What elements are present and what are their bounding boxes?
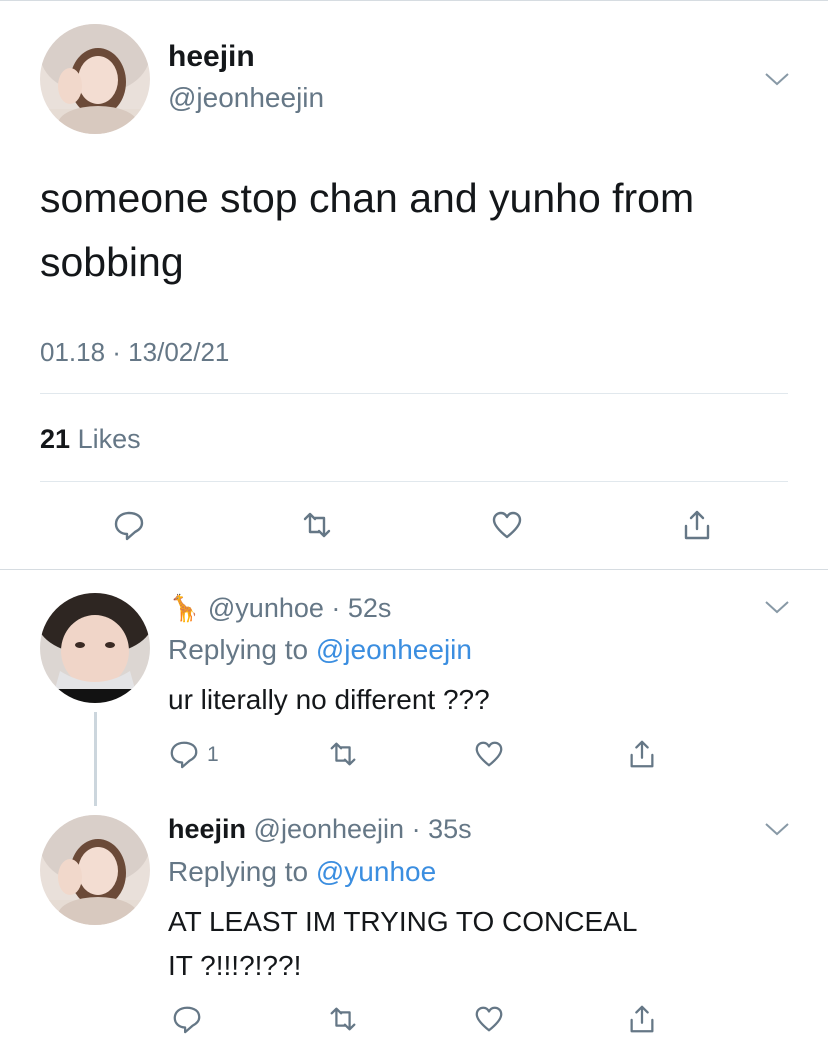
comment-icon xyxy=(173,1006,201,1034)
reply-text-line-1: AT LEAST IM TRYING TO CONCEAL xyxy=(168,906,638,937)
tweet-text-line-2: sobbing xyxy=(40,239,184,285)
like-button[interactable] xyxy=(473,738,505,770)
reply-header[interactable]: heejin @jeonheejin · 35s xyxy=(168,814,472,845)
retweet-icon xyxy=(303,512,331,538)
heart-icon xyxy=(475,1006,503,1032)
giraffe-emoji-icon: 🦒 xyxy=(168,593,201,623)
timestamp[interactable]: 01.18 · 13/02/21 xyxy=(40,337,229,368)
divider xyxy=(40,481,788,482)
comment-icon xyxy=(114,511,144,541)
reply-text-line-2: IT ?!!!?!??! xyxy=(168,950,302,981)
comment-icon xyxy=(170,741,198,769)
replying-prefix: Replying to xyxy=(168,634,309,665)
replying-to: Replying to @jeonheejin xyxy=(168,634,472,666)
thread-line xyxy=(94,712,97,806)
tweet-text-line-1: someone stop chan and yunho from xyxy=(40,175,695,221)
replying-prefix: Replying to xyxy=(168,856,309,887)
chevron-down-icon[interactable] xyxy=(762,596,792,618)
reply-button[interactable] xyxy=(168,738,200,770)
reply-button[interactable] xyxy=(112,508,146,542)
reply-display-name: heejin xyxy=(168,814,247,844)
share-icon xyxy=(630,740,654,768)
reply-handle: @yunhoe xyxy=(207,593,324,623)
reply-count: 1 xyxy=(207,743,219,766)
display-name[interactable]: heejin xyxy=(168,40,255,74)
share-icon xyxy=(630,1005,654,1033)
reply-button[interactable] xyxy=(171,1003,203,1035)
replying-to-link[interactable]: @jeonheejin xyxy=(316,634,472,665)
like-button[interactable] xyxy=(490,508,524,542)
likes-label: Likes xyxy=(77,424,141,454)
like-button[interactable] xyxy=(473,1003,505,1035)
reply-text: ur literally no different ??? xyxy=(168,684,490,715)
top-border xyxy=(0,0,828,1)
reply-time: · 52s xyxy=(331,593,392,623)
share-button[interactable] xyxy=(626,1003,658,1035)
avatar[interactable] xyxy=(40,593,150,703)
retweet-icon xyxy=(330,742,356,766)
replying-to: Replying to @yunhoe xyxy=(168,856,436,888)
avatar[interactable] xyxy=(40,24,150,134)
handle[interactable]: @jeonheejin xyxy=(168,82,324,114)
section-divider xyxy=(0,569,828,570)
chevron-down-icon[interactable] xyxy=(762,818,792,840)
share-button[interactable] xyxy=(626,738,658,770)
retweet-button[interactable] xyxy=(327,738,359,770)
retweet-icon xyxy=(330,1007,356,1031)
chevron-down-icon[interactable] xyxy=(762,68,792,90)
reply-header[interactable]: 🦒 @yunhoe · 52s xyxy=(168,593,391,624)
avatar[interactable] xyxy=(40,815,150,925)
retweet-button[interactable] xyxy=(300,508,334,542)
heart-icon xyxy=(475,741,503,767)
replying-to-link[interactable]: @yunhoe xyxy=(316,856,436,887)
share-button[interactable] xyxy=(680,508,714,542)
share-icon xyxy=(684,510,710,540)
likes-count: 21 xyxy=(40,424,71,454)
divider xyxy=(40,393,788,394)
reply-time: · 35s xyxy=(411,814,472,844)
reply-handle: @jeonheejin xyxy=(253,814,405,844)
likes-stat[interactable]: 21 Likes xyxy=(40,424,141,455)
heart-icon xyxy=(492,511,522,539)
retweet-button[interactable] xyxy=(327,1003,359,1035)
